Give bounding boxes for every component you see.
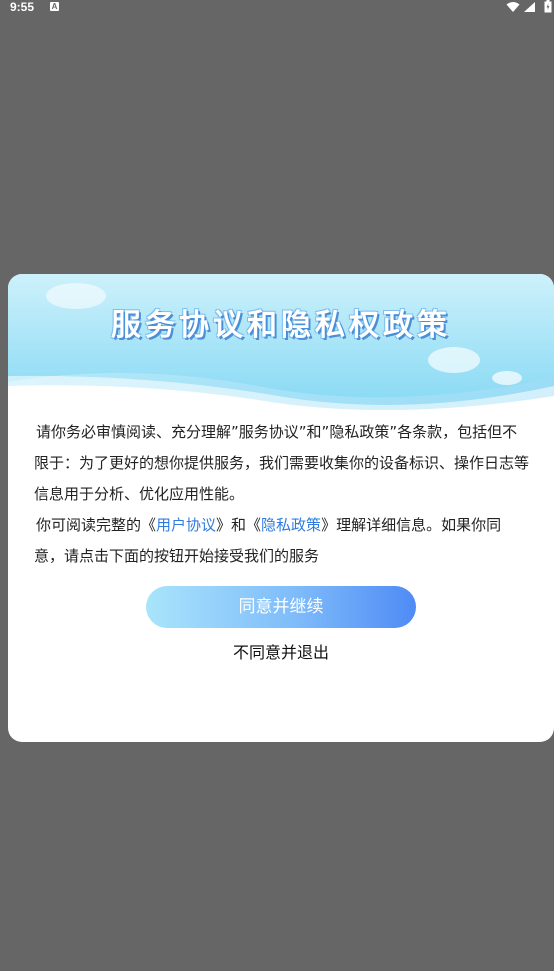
agree-and-continue-button[interactable]: 同意并继续: [146, 586, 416, 628]
consent-text-2b: 》和《: [216, 516, 262, 534]
dialog-header-background: [8, 274, 554, 424]
dialog-title: 服务协议和隐私权政策: [111, 308, 451, 343]
consent-paragraph-1: 请你务必审慎阅读、充分理解”服务协议”和”隐私政策”各条款，包括但不限于：为了更…: [34, 417, 530, 510]
battery-icon: [544, 0, 552, 13]
user-agreement-link[interactable]: 用户协议: [156, 516, 216, 534]
consent-paragraph-2: 你可阅读完整的《用户协议》和《隐私政策》理解详细信息。如果你同意，请点击下面的按…: [34, 510, 530, 572]
notification-a-icon: A: [50, 2, 59, 11]
disagree-and-exit-button[interactable]: 不同意并退出: [181, 640, 381, 666]
status-bar: 9:55 A: [0, 0, 554, 14]
status-time: 9:55: [10, 0, 35, 14]
privacy-dialog: 服务协议和隐私权政策 请你务必审慎阅读、充分理解”服务协议”和”隐私政策”各条款…: [8, 274, 554, 742]
privacy-policy-link[interactable]: 隐私政策: [261, 516, 321, 534]
dialog-body: 请你务必审慎阅读、充分理解”服务协议”和”隐私政策”各条款，包括但不限于：为了更…: [34, 417, 530, 572]
signal-icon: [524, 2, 535, 12]
wifi-icon: [506, 2, 520, 12]
consent-text-2a: 你可阅读完整的《: [36, 516, 157, 534]
consent-text-1: 请你务必审慎阅读、充分理解”服务协议”和”隐私政策”各条款，包括但不限于：为了更…: [34, 423, 530, 503]
